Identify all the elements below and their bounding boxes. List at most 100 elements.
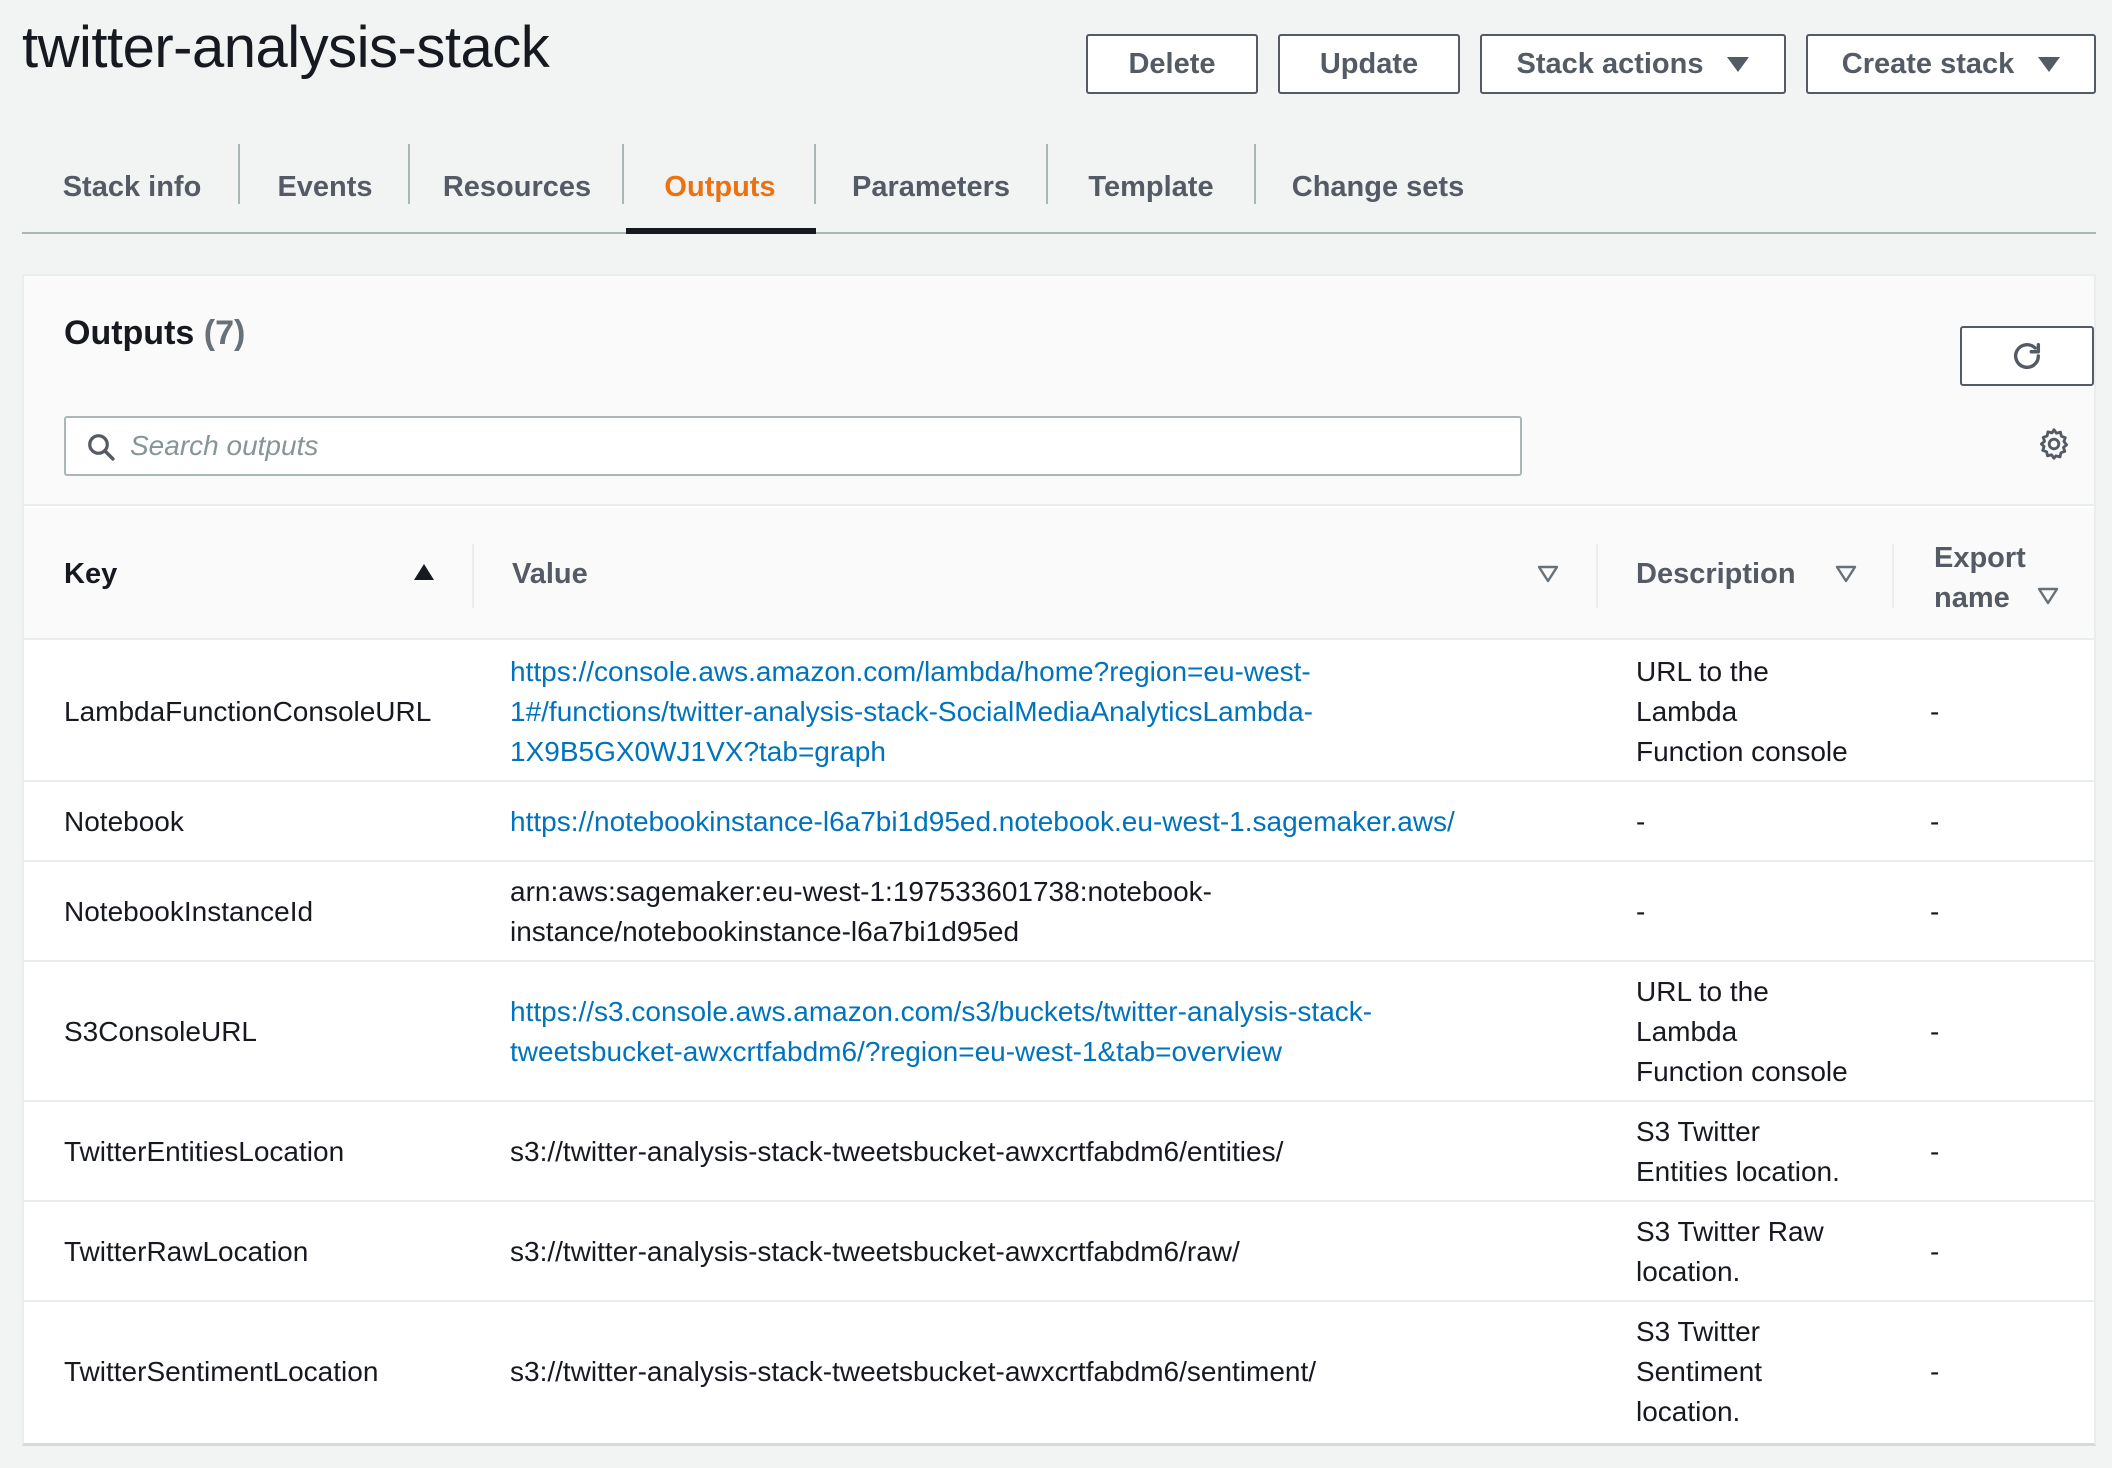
row-description: - (1636, 892, 1896, 932)
create-stack-label: Create stack (1841, 47, 2015, 80)
value-line: arn:aws:sagemaker:eu-west-1:197533601738… (510, 876, 1213, 907)
tab-resources[interactable]: Resources (410, 142, 624, 232)
row-value-link[interactable]: https://s3.console.aws.amazon.com/s3/buc… (510, 992, 1550, 1072)
row-export-name: - (1930, 896, 1940, 927)
value-line: 1#/functions/twitter-analysis-stack-Soci… (510, 696, 1314, 727)
row-export-name: - (1930, 696, 1940, 727)
tab-label: Change sets (1291, 170, 1465, 203)
column-header-export-name[interactable]: Export name (1934, 538, 2026, 618)
row-value: s3://twitter-analysis-stack-tweetsbucket… (510, 1232, 1550, 1272)
value-line: tweetsbucket-awxcrtfabdm6/?region=eu-wes… (510, 1036, 1282, 1067)
row-key: LambdaFunctionConsoleURL (64, 696, 432, 727)
tab-label: Stack info (62, 170, 202, 203)
refresh-icon (2013, 342, 2041, 369)
stack-actions-button[interactable]: Stack actions (1480, 34, 1786, 94)
row-description: URL to the Lambda Function console (1636, 972, 1896, 1092)
value-line: 1X9B5GX0WJ1VX?tab=graph (510, 736, 886, 767)
search-icon (88, 434, 115, 461)
sort-ascending-icon[interactable] (412, 562, 436, 582)
row-export-name: - (1930, 1236, 1940, 1267)
tab-label: Outputs (664, 170, 776, 203)
sort-descending-outline-icon[interactable] (1536, 564, 1560, 584)
desc-line: S3 Twitter (1636, 1116, 1760, 1147)
value-line: instance/notebookinstance-l6a7bi1d95ed (510, 916, 1020, 947)
outputs-panel: Outputs (7) Key Value (22, 274, 2096, 1446)
tab-stack-info[interactable]: Stack info (22, 142, 242, 232)
tab-template[interactable]: Template (1048, 142, 1254, 232)
column-header-export-line1: Export (1934, 542, 2026, 574)
desc-line: location. (1636, 1396, 1741, 1427)
tab-parameters[interactable]: Parameters (816, 142, 1046, 232)
desc-line: URL to the (1636, 656, 1769, 687)
column-header-description[interactable]: Description (1636, 558, 1796, 591)
value-line: s3://twitter-analysis-stack-tweetsbucket… (510, 1356, 1317, 1387)
tab-events[interactable]: Events (240, 142, 410, 232)
row-key: S3ConsoleURL (64, 1016, 257, 1047)
table-row: Notebook https://notebookinstance-l6a7bi… (24, 782, 2094, 862)
tab-bar: Stack info Events Resources Outputs Para… (22, 142, 2096, 234)
table-body: LambdaFunctionConsoleURL https://console… (24, 642, 2094, 1442)
outputs-title: Outputs (7) (64, 314, 245, 353)
tab-label: Parameters (852, 170, 1010, 203)
outputs-count: (7) (203, 314, 246, 352)
row-value: arn:aws:sagemaker:eu-west-1:197533601738… (510, 872, 1550, 952)
create-stack-button[interactable]: Create stack (1806, 34, 2096, 94)
table-row: S3ConsoleURL https://s3.console.aws.amaz… (24, 962, 2094, 1102)
value-line: s3://twitter-analysis-stack-tweetsbucket… (510, 1236, 1240, 1267)
row-key: NotebookInstanceId (64, 896, 314, 927)
outputs-title-text: Outputs (64, 314, 195, 352)
column-header-value[interactable]: Value (512, 558, 588, 591)
row-description: S3 Twitter Sentiment location. (1636, 1312, 1896, 1432)
desc-line: - (1636, 806, 1646, 837)
value-line: s3://twitter-analysis-stack-tweetsbucket… (510, 1136, 1284, 1167)
search-input[interactable] (128, 424, 1508, 468)
desc-line: URL to the (1636, 976, 1769, 1007)
caret-down-icon (2038, 56, 2061, 72)
delete-button-label: Delete (1128, 47, 1216, 80)
row-description: S3 Twitter Raw location. (1636, 1212, 1896, 1292)
column-divider (1596, 544, 1598, 608)
tab-label: Resources (442, 170, 592, 203)
search-box[interactable] (64, 416, 1522, 476)
row-description: URL to the Lambda Function console (1636, 652, 1896, 772)
row-export-name: - (1930, 1136, 1940, 1167)
value-line: https://notebookinstance-l6a7bi1d95ed.no… (510, 806, 1455, 837)
tab-outputs[interactable]: Outputs (624, 142, 816, 232)
row-value-link[interactable]: https://console.aws.amazon.com/lambda/ho… (510, 652, 1550, 772)
update-button[interactable]: Update (1278, 34, 1460, 94)
table-row: TwitterEntitiesLocation s3://twitter-ana… (24, 1102, 2094, 1202)
row-key: TwitterEntitiesLocation (64, 1136, 345, 1167)
sort-descending-outline-icon[interactable] (1834, 564, 1858, 584)
value-line: https://console.aws.amazon.com/lambda/ho… (510, 656, 1311, 687)
outputs-panel-header: Outputs (7) (24, 276, 2094, 506)
update-button-label: Update (1319, 47, 1419, 80)
caret-down-icon (1727, 56, 1750, 72)
row-key: TwitterSentimentLocation (64, 1356, 379, 1387)
tab-label: Events (277, 170, 373, 203)
delete-button[interactable]: Delete (1086, 34, 1258, 94)
row-export-name: - (1930, 1356, 1940, 1387)
active-tab-indicator (626, 228, 816, 234)
desc-line: S3 Twitter Raw (1636, 1216, 1824, 1247)
tab-label: Template (1088, 170, 1214, 203)
row-description: - (1636, 802, 1896, 842)
desc-line: Sentiment (1636, 1356, 1763, 1387)
gear-icon[interactable] (2036, 426, 2072, 462)
row-export-name: - (1930, 806, 1940, 837)
row-value: s3://twitter-analysis-stack-tweetsbucket… (510, 1132, 1550, 1172)
table-header-row: Key Value Description Export name (24, 508, 2094, 640)
sort-descending-outline-icon[interactable] (2036, 586, 2060, 606)
page: { "page_title": "twitter-analysis-stack"… (0, 0, 2112, 1468)
desc-line: S3 Twitter (1636, 1316, 1760, 1347)
column-divider (472, 544, 474, 608)
tab-change-sets[interactable]: Change sets (1256, 142, 1500, 232)
refresh-button[interactable] (1960, 326, 2094, 386)
table-row: NotebookInstanceId arn:aws:sagemaker:eu-… (24, 862, 2094, 962)
desc-line: location. (1636, 1256, 1741, 1287)
row-key: Notebook (64, 806, 184, 837)
table-row: LambdaFunctionConsoleURL https://console… (24, 642, 2094, 782)
column-header-key[interactable]: Key (64, 558, 117, 591)
desc-line: Entities location. (1636, 1156, 1840, 1187)
row-value-link[interactable]: https://notebookinstance-l6a7bi1d95ed.no… (510, 802, 1550, 842)
row-key: TwitterRawLocation (64, 1236, 309, 1267)
